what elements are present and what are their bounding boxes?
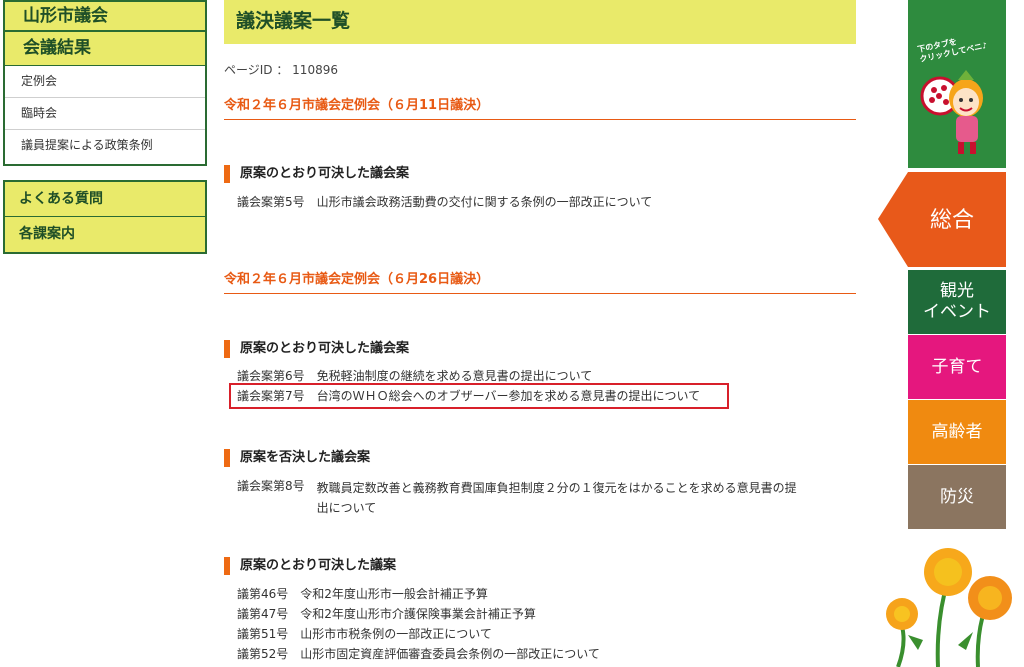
section-title-0626: 令和２年６月市議会定例会（６月26日議決） — [224, 268, 856, 294]
bill-title: 山形市固定資産評価審査委員会条例の一部改正について — [300, 647, 600, 661]
tab-tourism[interactable]: 観光 イベント — [908, 270, 1006, 334]
mascot-panel: 下のタブを クリックしてベニ♪ — [908, 0, 1006, 168]
bill-number: 議第52号 — [237, 647, 289, 661]
sidebar-link-departments[interactable]: 各課案内 — [5, 217, 205, 252]
main-content: 議決議案一覧 ページID ： 110896 令和２年６月市議会定例会（６月11日… — [224, 0, 856, 661]
bill-number: 議第47号 — [237, 607, 289, 621]
group-heading: 原案のとおり可決した議会案 — [224, 340, 409, 358]
group-heading: 原案のとおり可決した議案 — [224, 557, 396, 575]
list-item: 議会案第5号 山形市議会政務活動費の交付に関する条例の一部改正について — [237, 194, 652, 211]
mascot-icon — [920, 70, 983, 154]
bill-title: 教職員定数改善と義務教育費国庫負担制度２分の１復元をはかることを求める意見書の提… — [316, 481, 797, 515]
group-heading: 原案を否決した議会案 — [224, 449, 370, 467]
bill-number: 議第46号 — [237, 587, 289, 601]
sidebar-item-teireikai[interactable]: 定例会 — [5, 66, 205, 98]
tab-disaster-label: 防災 — [940, 486, 974, 507]
tab-elderly-label: 高齢者 — [931, 421, 983, 442]
list-item: 議第47号 令和2年度山形市介護保険事業会計補正予算 — [237, 606, 536, 623]
page-title: 議決議案一覧 — [224, 0, 856, 44]
group-heading: 原案のとおり可決した議会案 — [224, 165, 409, 183]
tab-childcare[interactable]: 子育て — [908, 335, 1006, 399]
bill-number: 議会案第5号 — [237, 195, 305, 209]
sidebar-item-rinjikai[interactable]: 臨時会 — [5, 98, 205, 130]
section-title-0611: 令和２年６月市議会定例会（６月11日議決） — [224, 94, 856, 120]
tab-tourism-label: 観光 イベント — [923, 281, 991, 322]
highlight-box — [229, 383, 729, 409]
page-id: ページID ： 110896 — [224, 63, 338, 77]
bill-title: 令和2年度山形市介護保険事業会計補正予算 — [300, 607, 536, 621]
sidebar-links: よくある質問 各課案内 — [3, 180, 207, 254]
sidebar-link-faq[interactable]: よくある質問 — [5, 182, 205, 217]
bill-title: 山形市議会政務活動費の交付に関する条例の一部改正について — [316, 195, 653, 209]
tab-elderly[interactable]: 高齢者 — [908, 400, 1006, 464]
tab-disaster[interactable]: 防災 — [908, 465, 1006, 529]
category-tabs: 下のタブを クリックしてベニ♪ 総合 観光 イベント 子育て 高齢者 防災 — [878, 0, 1024, 667]
list-item: 議第52号 山形市固定資産評価審査委員会条例の一部改正について — [237, 646, 600, 663]
sidebar-item-policy-ordinance[interactable]: 議員提案による政策条例 — [5, 130, 205, 162]
list-item: 議第46号 令和2年度山形市一般会計補正予算 — [237, 586, 488, 603]
list-item: 議会案第8号 教職員定数改善と義務教育費国庫負担制度２分の１復元をはかることを求め… — [237, 478, 797, 518]
tab-general-label[interactable]: 総合 — [930, 202, 974, 234]
bill-number: 議会案第8号 — [237, 479, 305, 493]
tab-childcare-label: 子育て — [931, 356, 983, 377]
list-item: 議第51号 山形市市税条例の一部改正について — [237, 626, 492, 643]
bill-number: 議第51号 — [237, 627, 289, 641]
sidebar-menu: 山形市議会 会議結果 定例会 臨時会 議員提案による政策条例 — [3, 0, 207, 166]
bill-title: 山形市市税条例の一部改正について — [300, 627, 492, 641]
sidebar-section-title[interactable]: 会議結果 — [5, 32, 205, 66]
sidebar-title[interactable]: 山形市議会 — [5, 2, 205, 32]
benibana-flower-icon — [886, 548, 1012, 667]
bill-title: 令和2年度山形市一般会計補正予算 — [300, 587, 488, 601]
